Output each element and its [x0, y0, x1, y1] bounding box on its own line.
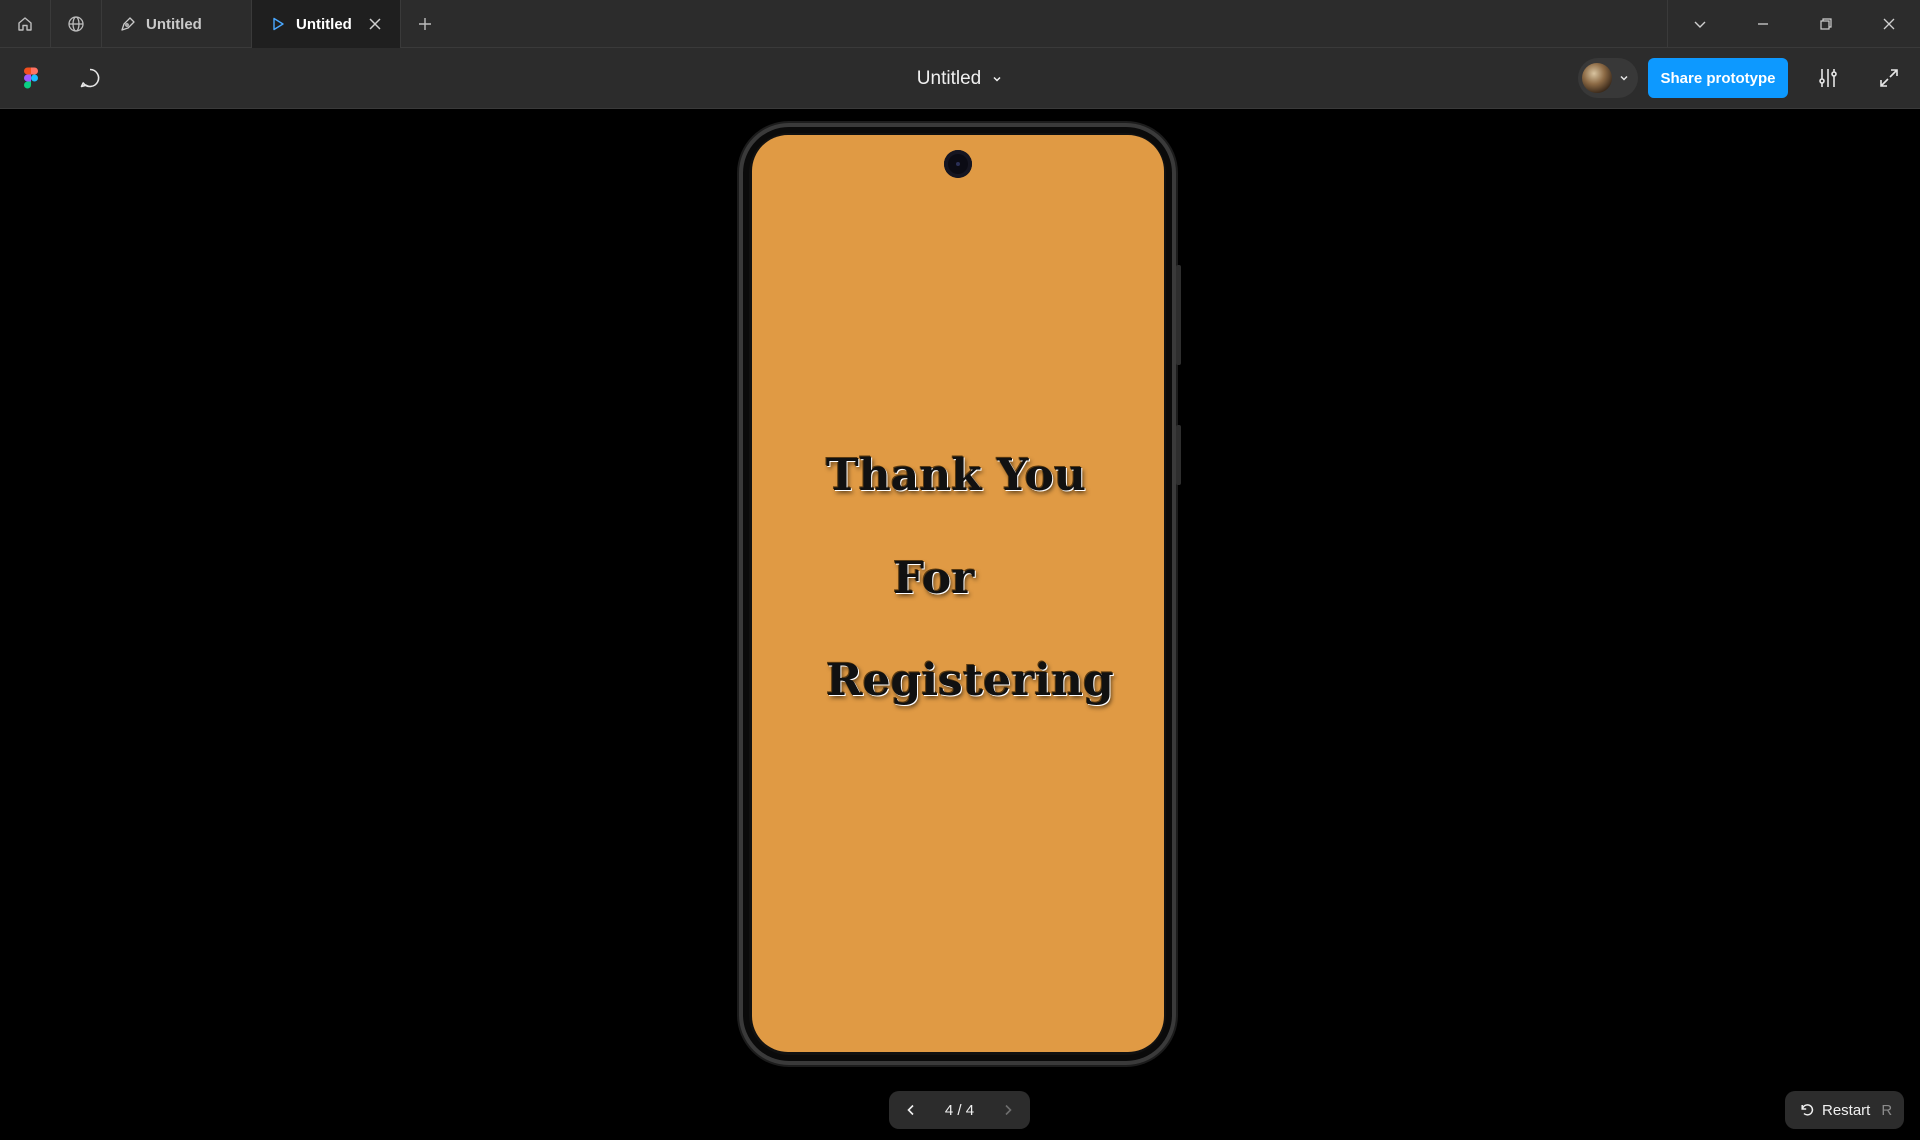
heading-line-1: Thank You	[826, 450, 1086, 501]
restore-window-icon	[1819, 18, 1832, 30]
home-icon	[18, 17, 32, 31]
community-button[interactable]	[51, 0, 102, 48]
minimize-button[interactable]	[1731, 0, 1794, 48]
home-button[interactable]	[0, 0, 51, 48]
restart-label: Restart	[1822, 1101, 1871, 1119]
tab-label: Untitled	[146, 15, 202, 33]
chevron-down-icon	[1620, 75, 1628, 81]
previous-frame-button[interactable]	[903, 1102, 919, 1118]
chevron-left-icon	[907, 1104, 914, 1116]
tab-prototype[interactable]: Untitled	[252, 0, 401, 48]
share-prototype-button[interactable]: Share prototype	[1648, 58, 1788, 98]
prototype-screen[interactable]: Thank You For Registering	[752, 135, 1164, 1052]
figma-logo-icon[interactable]	[24, 67, 38, 89]
new-tab-button[interactable]	[401, 0, 449, 47]
title-bar: Untitled Untitled	[0, 0, 1920, 48]
heading-line-2: For	[893, 553, 975, 604]
frame-pager: 4 / 4	[889, 1091, 1030, 1129]
volume-button	[1176, 265, 1181, 365]
window-controls	[1667, 0, 1920, 47]
title-bar-spacer	[449, 0, 1667, 47]
settings-sliders-icon[interactable]	[1816, 66, 1840, 90]
chevron-down-icon[interactable]	[991, 73, 1003, 85]
document-title[interactable]: Untitled	[917, 68, 981, 90]
close-icon	[1883, 18, 1894, 30]
pen-tool-icon	[121, 17, 135, 31]
chevron-right-icon	[1005, 1104, 1012, 1116]
heading-line-3: Registering	[826, 655, 1114, 706]
restart-button[interactable]: Restart R	[1785, 1091, 1904, 1129]
prototype-toolbar: Untitled Share prototype	[0, 48, 1920, 109]
minimize-icon	[1757, 23, 1768, 25]
user-menu[interactable]	[1578, 58, 1638, 98]
tab-label: Untitled	[296, 15, 352, 33]
restart-icon	[1801, 1104, 1814, 1116]
restart-shortcut: R	[1881, 1101, 1893, 1119]
tab-design-file[interactable]: Untitled	[102, 0, 252, 48]
comment-icon[interactable]	[78, 66, 102, 90]
chevron-down-icon	[1694, 21, 1705, 28]
restore-button[interactable]	[1794, 0, 1857, 48]
next-frame-button[interactable]	[1000, 1102, 1016, 1118]
tabs-overflow-button[interactable]	[1668, 0, 1731, 48]
plus-icon	[419, 17, 431, 30]
expand-icon[interactable]	[1877, 66, 1901, 90]
globe-icon	[68, 16, 84, 32]
camera-icon	[944, 150, 972, 178]
close-tab-icon[interactable]	[368, 17, 382, 31]
avatar	[1582, 63, 1612, 93]
play-icon	[273, 17, 284, 31]
close-window-button[interactable]	[1857, 0, 1920, 48]
frame-counter: 4 / 4	[944, 1101, 975, 1119]
power-button	[1176, 425, 1181, 485]
